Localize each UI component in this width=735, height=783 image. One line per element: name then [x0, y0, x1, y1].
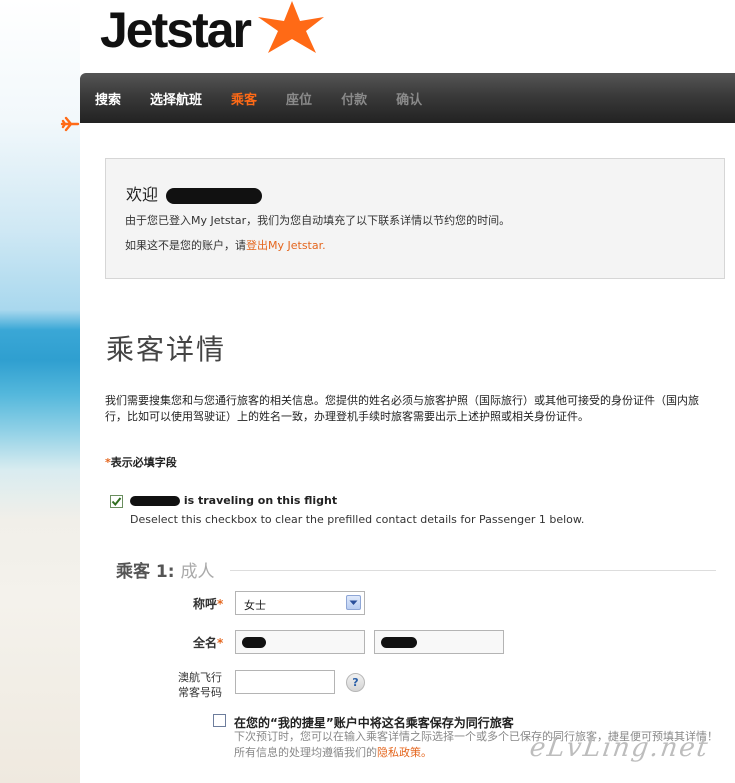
- traveling-checkbox[interactable]: [110, 495, 123, 508]
- page-title: 乘客详情: [106, 333, 227, 366]
- welcome-greeting: 欢迎: [126, 185, 159, 204]
- nav-step-select-flight[interactable]: 选择航班: [150, 89, 202, 108]
- required-star: *: [217, 636, 224, 650]
- section-divider: [230, 570, 716, 571]
- welcome-message: 由于您已登入My Jetstar，我们为您自动填充了以下联系详情以节约您的时间。: [125, 214, 511, 227]
- logout-link[interactable]: 登出My Jetstar.: [246, 239, 326, 252]
- booking-steps-nav: 搜索 选择航班 乘客 座位 付款 确认: [80, 73, 735, 123]
- redacted-name: [166, 187, 263, 204]
- logout-message: 如果这不是您的账户，请登出My Jetstar.: [125, 237, 326, 253]
- checkmark-icon: [111, 497, 122, 507]
- required-note-text: 表示必填字段: [110, 456, 177, 469]
- required-star: *: [217, 597, 224, 611]
- help-icon[interactable]: ?: [346, 673, 365, 692]
- ff-label-line1: 澳航飞行: [178, 671, 222, 684]
- chevron-down-icon[interactable]: [346, 595, 361, 610]
- redacted-name: [130, 496, 180, 506]
- privacy-policy-link[interactable]: 隐私政策。: [377, 746, 432, 759]
- first-name-input[interactable]: [235, 630, 365, 654]
- nav-step-confirm: 确认: [396, 92, 423, 108]
- intro-text: 我们需要搜集您和与您通行旅客的相关信息。您提供的姓名必须与旅客护照（国际旅行）或…: [105, 394, 699, 423]
- title-field-label: 称呼*: [193, 595, 223, 612]
- nav-step-seats: 座位: [286, 92, 313, 108]
- jetstar-logo[interactable]: Jetstar: [100, 0, 328, 60]
- save-companion-checkbox[interactable]: [213, 714, 226, 727]
- watermark: eLvLing.net: [527, 733, 712, 763]
- passenger-type: 成人: [180, 562, 215, 582]
- nav-step-payment: 付款: [341, 92, 368, 108]
- required-note: *表示必填字段: [105, 454, 177, 470]
- passenger-heading: 乘客 1: 成人: [116, 557, 214, 582]
- frequent-flyer-input[interactable]: [235, 670, 335, 694]
- plane-marker-icon: [60, 116, 80, 132]
- title-select-value: 女士: [244, 599, 266, 612]
- title-label-text: 称呼: [193, 597, 218, 611]
- logout-prefix: 如果这不是您的账户，请: [125, 239, 246, 252]
- welcome-title: 欢迎: [126, 181, 263, 205]
- fullname-field-label: 全名*: [193, 634, 223, 651]
- last-name-input[interactable]: [374, 630, 504, 654]
- traveling-label[interactable]: is traveling on this flight: [130, 494, 337, 507]
- traveling-label-text: is traveling on this flight: [183, 494, 338, 507]
- title-select[interactable]: 女士: [235, 591, 365, 615]
- welcome-box: 欢迎 由于您已登入My Jetstar，我们为您自动填充了以下联系详情以节约您的…: [105, 158, 725, 279]
- passenger-number: 乘客 1:: [116, 562, 175, 582]
- fullname-label-text: 全名: [193, 636, 218, 650]
- ff-label-line2: 常客号码: [178, 686, 222, 699]
- star-logo-icon: [258, 1, 324, 53]
- redacted-last-name: [381, 637, 417, 648]
- redacted-first-name: [242, 637, 266, 648]
- frequent-flyer-label: 澳航飞行 常客号码: [172, 670, 228, 700]
- logo-text: Jetstar: [100, 2, 252, 58]
- nav-step-search[interactable]: 搜索: [95, 89, 121, 108]
- nav-step-passengers[interactable]: 乘客: [231, 89, 257, 108]
- traveling-sublabel: Deselect this checkbox to clear the pref…: [130, 513, 585, 526]
